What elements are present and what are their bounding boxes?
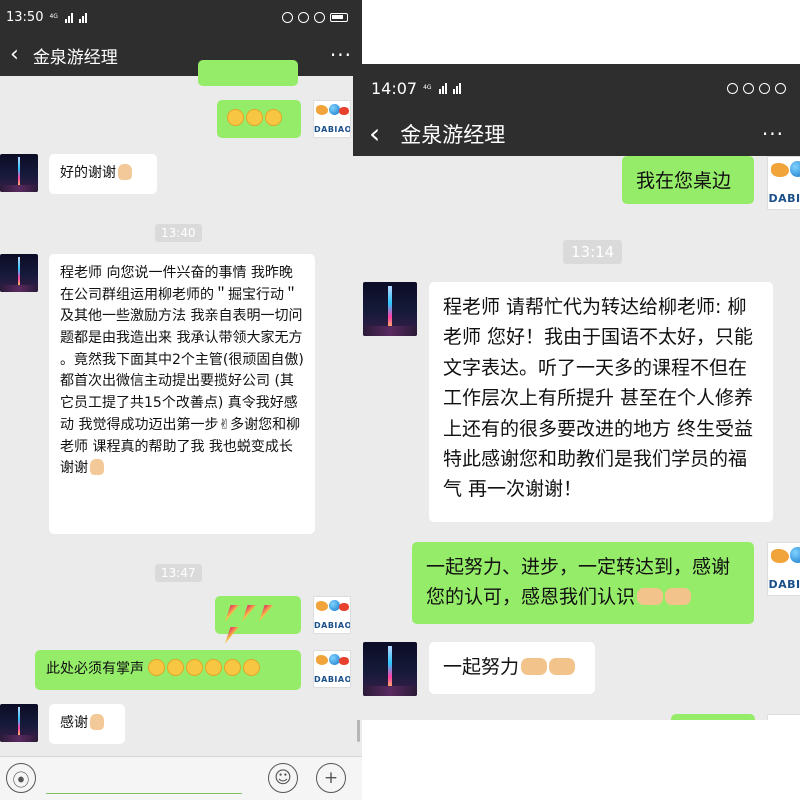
message-input[interactable] <box>46 793 242 794</box>
network-label: 4G <box>423 84 432 91</box>
signal-icon <box>64 12 73 23</box>
status-time: 14:07 <box>371 78 418 98</box>
nfc-icon <box>282 11 293 23</box>
party-popper-icon <box>242 605 256 622</box>
lock-icon <box>743 82 754 94</box>
pray-emoji-icon <box>90 459 104 476</box>
back-icon[interactable]: ‹ <box>369 120 380 148</box>
nfc-icon <box>727 82 738 94</box>
signal-status-icon <box>775 82 786 94</box>
signal-icon-2 <box>452 82 461 94</box>
my-avatar[interactable]: DABIAO <box>313 650 351 688</box>
clap-emoji-icon <box>205 659 223 676</box>
chat-header: ‹ 金泉游经理 ··· <box>353 112 800 156</box>
clap-emoji-icon <box>148 659 166 676</box>
clap-emoji-icon <box>186 659 204 676</box>
clap-emoji-icon <box>243 659 261 676</box>
message-bubble-reply[interactable]: 一起努力、进步，一定转达到，感谢您的认可，感恩我们认识 <box>412 542 754 624</box>
more-options-button[interactable]: ··· <box>330 43 352 67</box>
party-popper-icon <box>225 605 239 622</box>
message-bubble-desk[interactable]: 我在您桌边 <box>622 156 754 204</box>
alarm-icon <box>314 11 325 23</box>
message-bubble-emoji[interactable] <box>217 100 301 138</box>
handshake-emoji-icon <box>521 658 548 675</box>
message-bubble-thanks2[interactable]: 感谢 <box>49 704 125 744</box>
clap-emoji-icon <box>167 659 185 676</box>
message-bubble-partial[interactable] <box>671 714 755 720</box>
message-bubble-together[interactable]: 一起努力 <box>429 642 595 694</box>
scrollbar[interactable] <box>357 718 360 742</box>
emoji-icon[interactable]: ☺ <box>268 763 298 793</box>
message-bubble-partial[interactable] <box>198 60 298 86</box>
grin-emoji-icon <box>246 109 263 126</box>
handshake-emoji-icon <box>637 588 664 606</box>
alarm-icon <box>759 82 770 94</box>
message-bubble-long[interactable]: 程老师 请帮忙代为转达给柳老师: 柳老师 您好！我由于国语不太好，只能文字表达。… <box>429 282 773 522</box>
back-icon[interactable]: ‹ <box>10 44 19 66</box>
grin-emoji-icon <box>227 109 244 126</box>
lock-icon <box>298 11 309 23</box>
handshake-emoji-icon <box>665 588 692 606</box>
message-bubble-applause[interactable]: 此处必须有掌声 <box>35 650 301 690</box>
party-popper-icon <box>259 605 273 622</box>
pray-emoji-icon <box>118 164 132 180</box>
timestamp: 13:47 <box>155 564 202 582</box>
pray-emoji-icon <box>90 714 104 730</box>
status-time: 13:50 <box>6 9 44 25</box>
clap-emoji-icon <box>224 659 242 676</box>
status-bar: 14:07 4G <box>353 64 800 112</box>
timestamp: 13:14 <box>563 240 623 264</box>
chat-header: ‹ 金泉游经理 ··· <box>0 34 362 76</box>
signal-icon-2 <box>78 12 87 23</box>
status-bar: 13:50 4G <box>0 0 362 34</box>
battery-icon <box>330 12 348 22</box>
add-icon[interactable]: + <box>316 763 346 793</box>
left-chat-screen: 13:50 4G ‹ 金泉游经理 ··· DABIAO 好的谢谢 13:40 程… <box>0 0 362 800</box>
my-avatar[interactable]: DABIAO <box>313 100 351 138</box>
party-popper-icon <box>225 626 239 644</box>
logo-text: DABIAO <box>314 125 351 135</box>
contact-avatar[interactable] <box>363 642 417 696</box>
signal-icon <box>438 82 447 94</box>
more-options-button[interactable]: ··· <box>762 122 784 146</box>
contact-avatar[interactable] <box>363 282 417 336</box>
contact-avatar[interactable] <box>0 254 38 292</box>
chat-title: 金泉游经理 <box>400 123 506 147</box>
voice-icon[interactable]: ⦿ <box>6 763 36 793</box>
contact-avatar[interactable] <box>0 154 38 192</box>
message-bubble-thanks[interactable]: 好的谢谢 <box>49 154 157 194</box>
input-bar: ⦿ ☺ + <box>0 756 362 800</box>
message-bubble-long[interactable]: 程老师 向您说一件兴奋的事情 我昨晚在公司群组运用柳老师的＂掘宝行动＂及其他一些… <box>49 254 315 534</box>
grin-emoji-icon <box>265 109 282 126</box>
network-label: 4G <box>49 13 58 20</box>
right-chat-screen: 14:07 4G ‹ 金泉游经理 ··· 我在您桌边 DABIAO 13:14 … <box>353 64 800 720</box>
my-avatar[interactable]: DABIAO <box>767 156 800 210</box>
timestamp: 13:40 <box>155 224 202 242</box>
my-avatar[interactable]: DABIAO <box>767 542 800 596</box>
contact-avatar[interactable] <box>0 704 38 742</box>
my-avatar[interactable]: DABIAO <box>313 596 351 634</box>
my-avatar[interactable] <box>767 714 800 720</box>
handshake-emoji-icon <box>549 658 576 675</box>
message-bubble-party[interactable] <box>215 596 301 644</box>
